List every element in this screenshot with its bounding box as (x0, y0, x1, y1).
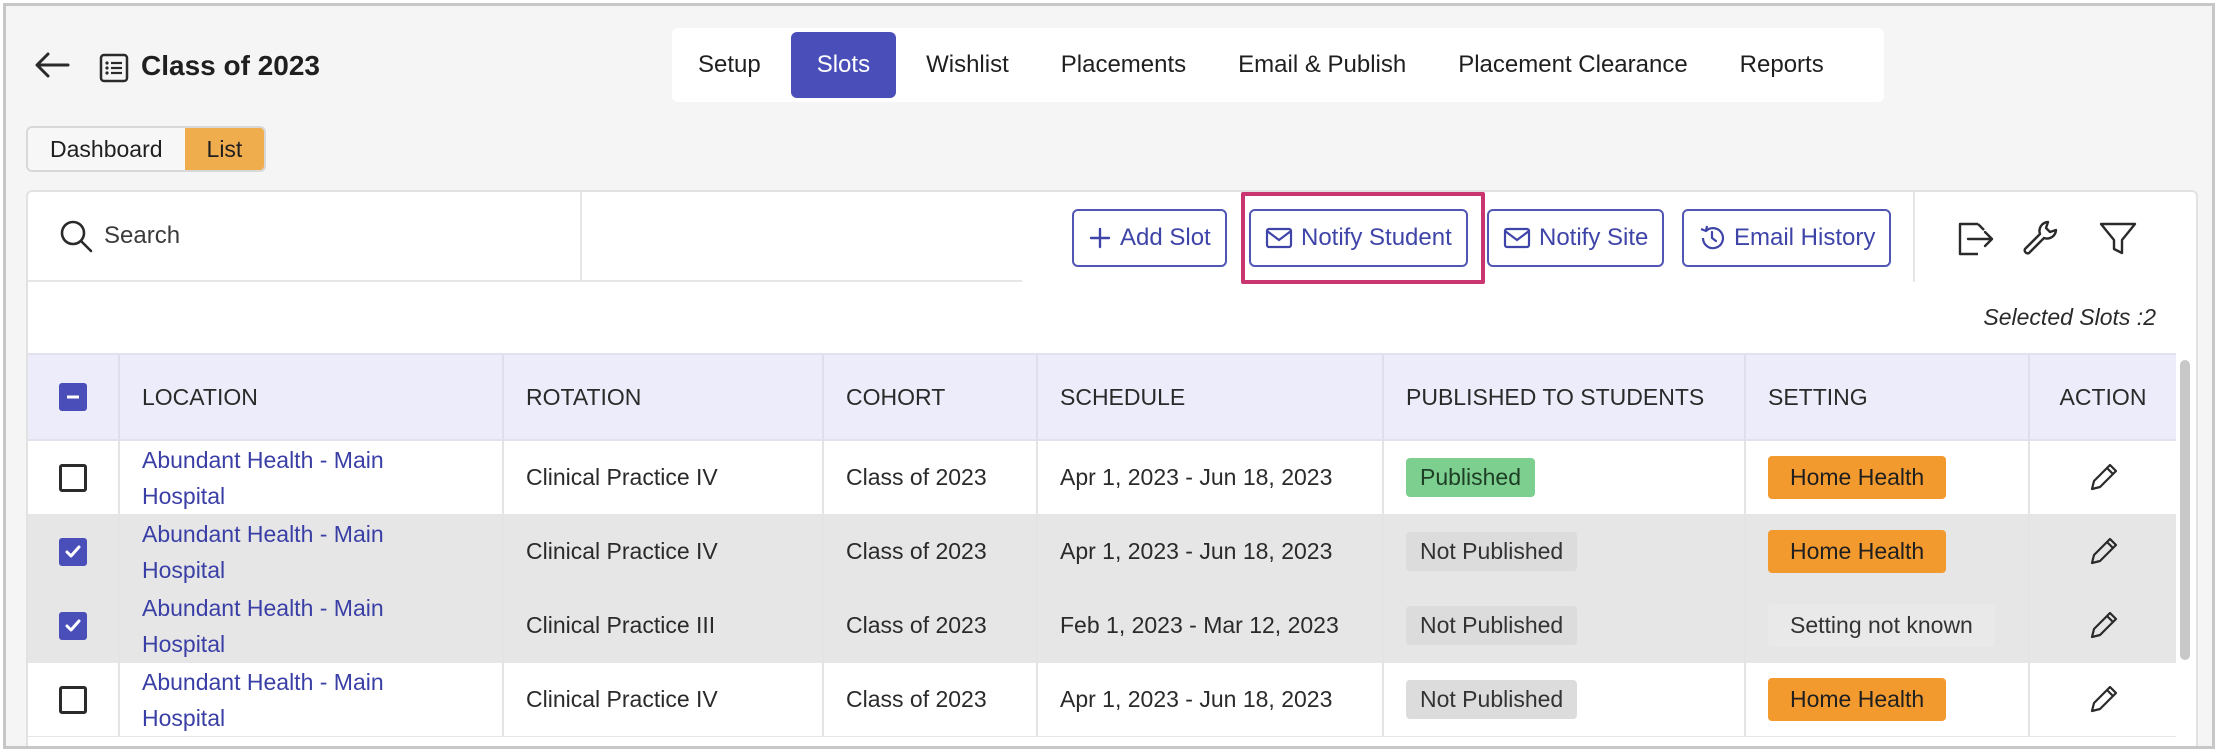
tab-bar: Setup Slots Wishlist Placements Email & … (672, 28, 1884, 102)
tab-placements[interactable]: Placements (1035, 32, 1212, 98)
location-link[interactable]: Abundant Health - Main Hospital (142, 590, 384, 662)
slots-table: LOCATION ROTATION COHORT SCHEDULE PUBLIS… (28, 353, 2176, 737)
column-header-action: ACTION (2059, 383, 2147, 410)
select-all-checkbox[interactable] (59, 383, 87, 411)
column-header-rotation[interactable]: ROTATION (504, 355, 824, 439)
filter-icon[interactable] (2096, 216, 2140, 260)
wrench-icon[interactable] (2018, 216, 2062, 260)
export-icon[interactable] (1952, 216, 1996, 260)
page-title: Class of 2023 (141, 50, 320, 81)
column-header-published[interactable]: PUBLISHED TO STUDENTS (1384, 355, 1746, 439)
setting-badge: Setting not known (1768, 604, 1995, 647)
row-checkbox[interactable] (59, 463, 87, 492)
view-dashboard-option[interactable]: Dashboard (28, 128, 185, 170)
check-icon (65, 545, 81, 557)
column-header-cohort[interactable]: COHORT (824, 355, 1038, 439)
pencil-icon[interactable] (2086, 609, 2120, 643)
published-badge: Not Published (1406, 606, 1578, 645)
location-link[interactable]: Abundant Health - Main Hospital (142, 664, 384, 736)
table-row: Abundant Health - Main Hospital Clinical … (28, 589, 2176, 663)
cohort-cell: Class of 2023 (824, 589, 1038, 662)
search-bar (28, 192, 582, 282)
list-document-icon (99, 53, 129, 83)
toolbar-divider (1913, 192, 1915, 282)
cohort-cell: Class of 2023 (824, 663, 1038, 736)
tab-slots[interactable]: Slots (790, 32, 897, 98)
view-list-option[interactable]: List (184, 128, 265, 170)
add-slot-button[interactable]: Add Slot (1072, 209, 1227, 267)
pencil-icon[interactable] (2086, 535, 2120, 569)
column-header-setting[interactable]: SETTING (1746, 355, 2030, 439)
table-header: LOCATION ROTATION COHORT SCHEDULE PUBLIS… (28, 353, 2176, 441)
setting-badge: Home Health (1768, 456, 1947, 499)
schedule-cell: Feb 1, 2023 - Mar 12, 2023 (1038, 589, 1384, 662)
view-toggle: Dashboard List (26, 126, 267, 172)
published-badge: Published (1406, 458, 1536, 497)
rotation-cell: Clinical Practice IV (504, 515, 824, 588)
setting-badge: Home Health (1768, 678, 1947, 721)
row-checkbox[interactable] (59, 611, 87, 640)
slots-card: Add Slot Notify Student Notify Site Emai… (26, 190, 2198, 746)
schedule-cell: Apr 1, 2023 - Jun 18, 2023 (1038, 515, 1384, 588)
column-header-schedule[interactable]: SCHEDULE (1038, 355, 1384, 439)
location-link[interactable]: Abundant Health - Main Hospital (142, 516, 384, 588)
check-icon (65, 619, 81, 631)
tab-email-publish[interactable]: Email & Publish (1212, 32, 1432, 98)
pencil-icon[interactable] (2086, 461, 2120, 495)
plus-icon (1089, 227, 1111, 249)
notify-site-label: Notify Site (1539, 224, 1649, 251)
email-history-label: Email History (1734, 224, 1876, 251)
cohort-cell: Class of 2023 (824, 515, 1038, 588)
highlight-annotation (1241, 192, 1485, 284)
row-checkbox[interactable] (59, 537, 87, 566)
select-all-cell (28, 355, 120, 439)
cohort-cell: Class of 2023 (824, 441, 1038, 514)
rotation-cell: Clinical Practice IV (504, 663, 824, 736)
vertical-scrollbar[interactable] (2180, 360, 2190, 660)
history-icon (1700, 225, 1725, 250)
tab-placement-clearance[interactable]: Placement Clearance (1432, 32, 1713, 98)
mail-icon (1503, 227, 1531, 249)
rotation-cell: Clinical Practice IV (504, 441, 824, 514)
search-spacer (582, 192, 1022, 282)
rotation-cell: Clinical Practice III (504, 589, 824, 662)
minus-icon (67, 395, 79, 399)
row-checkbox[interactable] (59, 685, 87, 714)
published-badge: Not Published (1406, 532, 1578, 571)
location-link[interactable]: Abundant Health - Main Hospital (142, 442, 384, 514)
back-arrow-icon[interactable] (32, 50, 72, 80)
email-history-button[interactable]: Email History (1682, 209, 1892, 267)
tab-wishlist[interactable]: Wishlist (900, 32, 1035, 98)
notify-site-button[interactable]: Notify Site (1487, 209, 1665, 267)
table-row: Abundant Health - Main Hospital Clinical … (28, 515, 2176, 589)
header: Class of 2023 Setup Slots Wishlist Place… (6, 6, 2212, 172)
published-badge: Not Published (1406, 680, 1578, 719)
column-header-location[interactable]: LOCATION (120, 355, 504, 439)
tab-setup[interactable]: Setup (672, 32, 787, 98)
schedule-cell: Apr 1, 2023 - Jun 18, 2023 (1038, 441, 1384, 514)
add-slot-label: Add Slot (1120, 224, 1211, 251)
selected-slots-count: Selected Slots :2 (1983, 304, 2156, 330)
setting-badge: Home Health (1768, 530, 1947, 573)
table-row: Abundant Health - Main Hospital Clinical … (28, 441, 2176, 515)
pencil-icon[interactable] (2086, 683, 2120, 717)
search-input[interactable] (104, 214, 554, 258)
schedule-cell: Apr 1, 2023 - Jun 18, 2023 (1038, 663, 1384, 736)
app-window: Class of 2023 Setup Slots Wishlist Place… (3, 3, 2215, 749)
table-row: Abundant Health - Main Hospital Clinical … (28, 663, 2176, 737)
tab-reports[interactable]: Reports (1714, 32, 1850, 98)
search-icon (60, 220, 93, 253)
